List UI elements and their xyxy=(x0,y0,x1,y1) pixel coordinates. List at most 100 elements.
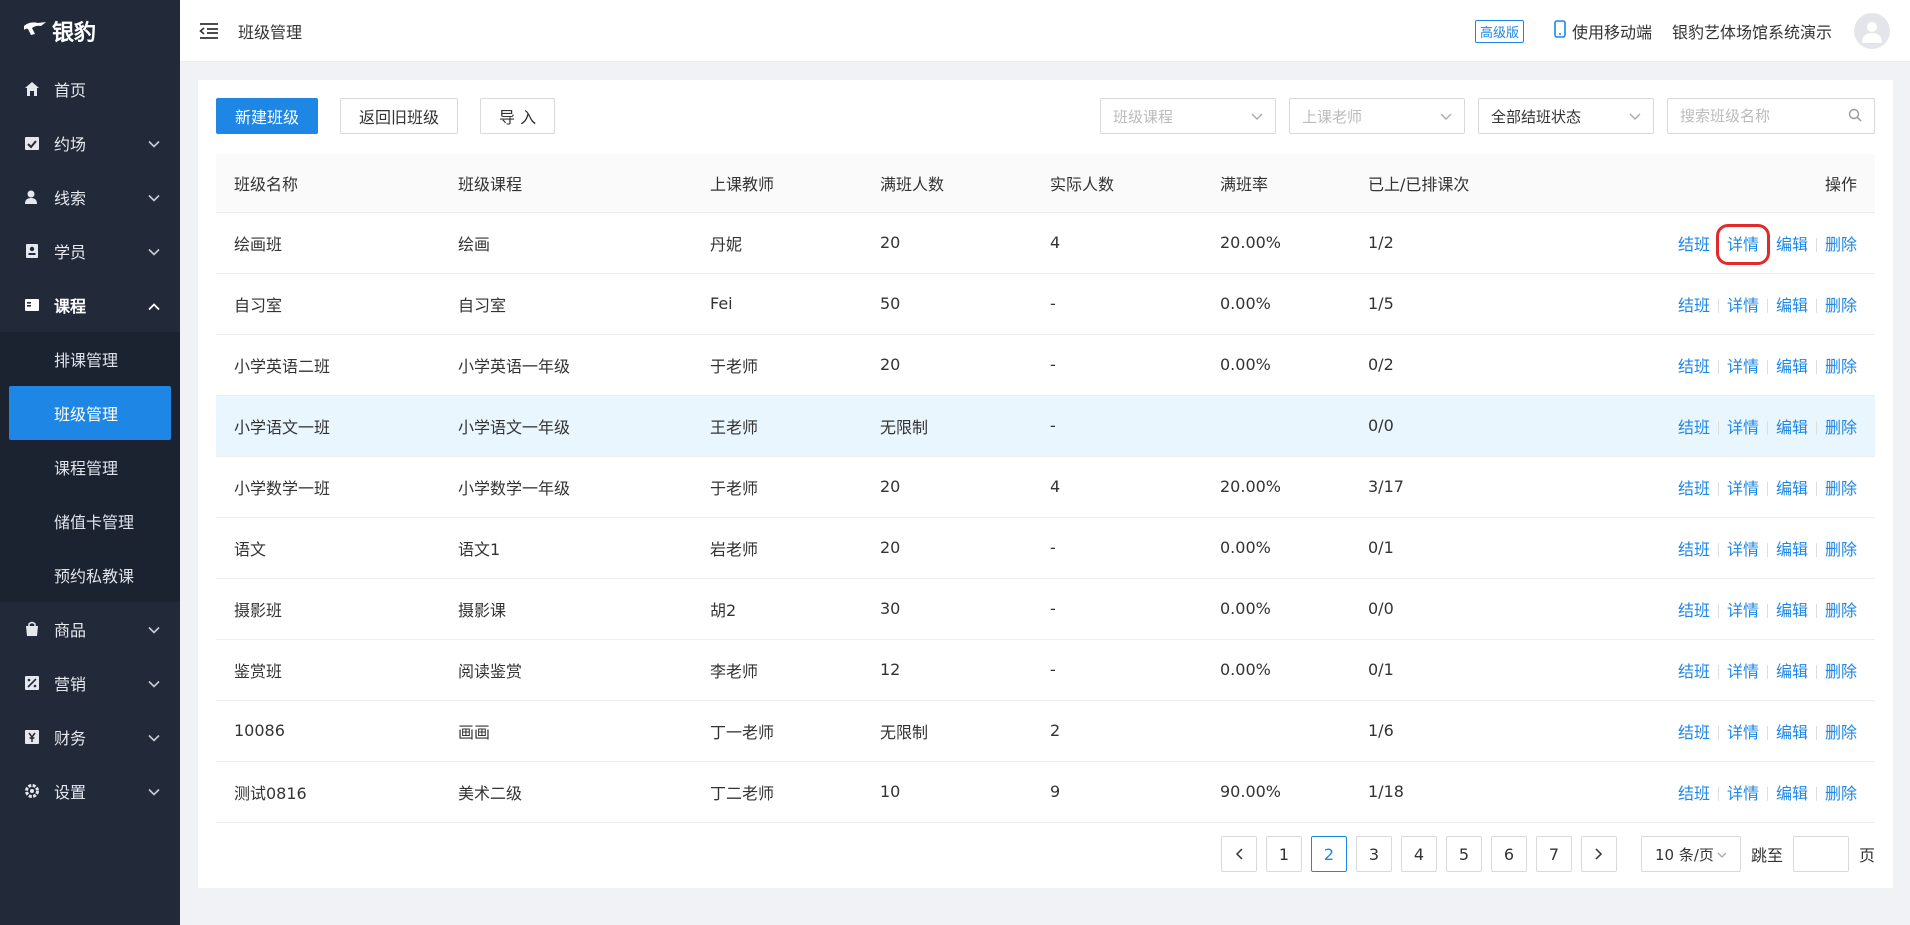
page-size-select[interactable]: 10 条/页 xyxy=(1640,836,1741,872)
sidebar-item-booking[interactable]: 约场 xyxy=(0,116,180,170)
edit-link[interactable]: 编辑 xyxy=(1776,235,1808,254)
jump-page-input[interactable] xyxy=(1792,836,1849,872)
page-button[interactable]: 7 xyxy=(1535,836,1572,872)
logo-text: 银豹 xyxy=(52,21,97,46)
sidebar-item-home[interactable]: 首页 xyxy=(0,62,180,116)
details-link[interactable]: 详情 xyxy=(1727,784,1759,803)
edit-link[interactable]: 编辑 xyxy=(1776,601,1808,620)
close-class-link[interactable]: 结班 xyxy=(1678,540,1710,559)
edit-link[interactable]: 编辑 xyxy=(1776,784,1808,803)
delete-link[interactable]: 删除 xyxy=(1825,235,1857,254)
new-class-button[interactable]: 新建班级 xyxy=(216,98,319,134)
sidebar-item-courses[interactable]: 课程 xyxy=(0,278,180,332)
edit-link[interactable]: 编辑 xyxy=(1776,296,1808,315)
edit-link[interactable]: 编辑 xyxy=(1776,418,1808,437)
search-box xyxy=(1667,98,1875,134)
sidebar-item-leads[interactable]: 线索 xyxy=(0,170,180,224)
prev-page-button[interactable] xyxy=(1220,836,1257,872)
details-link[interactable]: 详情 xyxy=(1727,357,1759,376)
import-button[interactable]: 导 入 xyxy=(480,98,556,134)
sidebar-item-marketing[interactable]: 营销 xyxy=(0,656,180,710)
close-class-link[interactable]: 结班 xyxy=(1678,418,1710,437)
back-to-old-class-button[interactable]: 返回旧班级 xyxy=(340,98,459,134)
edit-link[interactable]: 编辑 xyxy=(1776,662,1808,681)
close-class-link[interactable]: 结班 xyxy=(1678,357,1710,376)
sidebar-subitem-class-management[interactable]: 班级管理 xyxy=(9,386,171,440)
edit-link[interactable]: 编辑 xyxy=(1776,357,1808,376)
edit-link[interactable]: 编辑 xyxy=(1776,479,1808,498)
details-link[interactable]: 详情 xyxy=(1727,479,1759,498)
details-link[interactable]: 详情 xyxy=(1727,723,1759,742)
action-separator xyxy=(1815,360,1817,374)
delete-link[interactable]: 删除 xyxy=(1825,479,1857,498)
sidebar-item-settings[interactable]: 设置 xyxy=(0,764,180,818)
search-input[interactable] xyxy=(1680,107,1840,125)
teacher-filter-placeholder: 上课老师 xyxy=(1302,107,1363,126)
delete-link[interactable]: 删除 xyxy=(1825,601,1857,620)
teacher-filter-select[interactable]: 上课老师 xyxy=(1289,98,1465,134)
app-logo[interactable]: 银豹 xyxy=(0,0,180,62)
close-class-link[interactable]: 结班 xyxy=(1678,235,1710,254)
org-name[interactable]: 银豹艺体场馆系统演示 xyxy=(1672,19,1832,43)
page-button[interactable]: 4 xyxy=(1400,836,1437,872)
sidebar-item-label: 学员 xyxy=(54,243,87,262)
status-filter-select[interactable]: 全部结班状态 xyxy=(1478,98,1654,134)
sidebar-item-label: 首页 xyxy=(54,81,87,100)
mobile-link-label: 使用移动端 xyxy=(1571,23,1652,42)
chevron-down-icon xyxy=(148,728,160,747)
next-page-button[interactable] xyxy=(1580,836,1617,872)
delete-link[interactable]: 删除 xyxy=(1825,296,1857,315)
sidebar-subitem-course-management[interactable]: 课程管理 xyxy=(0,440,180,494)
table-cell: - xyxy=(1032,273,1202,335)
table-row: 绘画班 绘画 丹妮 20 4 20.00% 1/2 结班 详情 编辑 删除 xyxy=(216,212,1875,274)
table-cell xyxy=(1202,395,1350,457)
close-class-link[interactable]: 结班 xyxy=(1678,723,1710,742)
course-filter-select[interactable]: 班级课程 xyxy=(1100,98,1276,134)
table-cell: - xyxy=(1032,578,1202,640)
page-button-current[interactable]: 2 xyxy=(1310,836,1347,872)
page-button[interactable]: 1 xyxy=(1265,836,1302,872)
page-button[interactable]: 6 xyxy=(1490,836,1527,872)
details-link[interactable]: 详情 xyxy=(1727,540,1759,559)
page-button[interactable]: 3 xyxy=(1355,836,1392,872)
close-class-link[interactable]: 结班 xyxy=(1678,296,1710,315)
page-button[interactable]: 5 xyxy=(1445,836,1482,872)
sidebar-item-label: 线索 xyxy=(54,189,87,208)
mobile-link[interactable]: 使用移动端 xyxy=(1554,19,1652,43)
menu-collapse-icon[interactable] xyxy=(198,20,220,42)
close-class-link[interactable]: 结班 xyxy=(1678,601,1710,620)
avatar[interactable] xyxy=(1854,13,1890,49)
edition-badge: 高级版 xyxy=(1474,19,1524,43)
toolbar: 新建班级 返回旧班级 导 入 xyxy=(216,98,577,134)
close-class-link[interactable]: 结班 xyxy=(1678,662,1710,681)
sidebar-item-finance[interactable]: 财务 xyxy=(0,710,180,764)
delete-link[interactable]: 删除 xyxy=(1825,662,1857,681)
details-link[interactable]: 详情 xyxy=(1727,662,1759,681)
details-link[interactable]: 详情 xyxy=(1727,418,1759,437)
row-actions: 结班 详情 编辑 删除 xyxy=(1570,273,1875,335)
table-cell: - xyxy=(1032,395,1202,457)
action-separator xyxy=(1815,543,1817,557)
close-class-link[interactable]: 结班 xyxy=(1678,784,1710,803)
search-icon[interactable] xyxy=(1848,107,1862,126)
delete-link[interactable]: 删除 xyxy=(1825,357,1857,376)
table-row: 小学语文一班 小学语文一年级 王老师 无限制 -0/0 结班 详情 编辑 删除 xyxy=(216,395,1875,457)
delete-link[interactable]: 删除 xyxy=(1825,540,1857,559)
id-card-icon xyxy=(24,243,40,259)
sidebar-item-goods[interactable]: 商品 xyxy=(0,602,180,656)
details-link[interactable]: 详情 xyxy=(1715,223,1770,265)
delete-link[interactable]: 删除 xyxy=(1825,784,1857,803)
sidebar-subitem-private-lesson[interactable]: 预约私教课 xyxy=(0,548,180,602)
close-class-link[interactable]: 结班 xyxy=(1678,479,1710,498)
details-link[interactable]: 详情 xyxy=(1727,296,1759,315)
edit-link[interactable]: 编辑 xyxy=(1776,723,1808,742)
sidebar-subitem-schedule[interactable]: 排课管理 xyxy=(0,332,180,386)
table-cell: - xyxy=(1032,334,1202,396)
delete-link[interactable]: 删除 xyxy=(1825,418,1857,437)
edit-link[interactable]: 编辑 xyxy=(1776,540,1808,559)
sidebar-item-label: 营销 xyxy=(54,675,87,694)
delete-link[interactable]: 删除 xyxy=(1825,723,1857,742)
details-link[interactable]: 详情 xyxy=(1727,601,1759,620)
sidebar-subitem-stored-value-card[interactable]: 储值卡管理 xyxy=(0,494,180,548)
sidebar-item-students[interactable]: 学员 xyxy=(0,224,180,278)
